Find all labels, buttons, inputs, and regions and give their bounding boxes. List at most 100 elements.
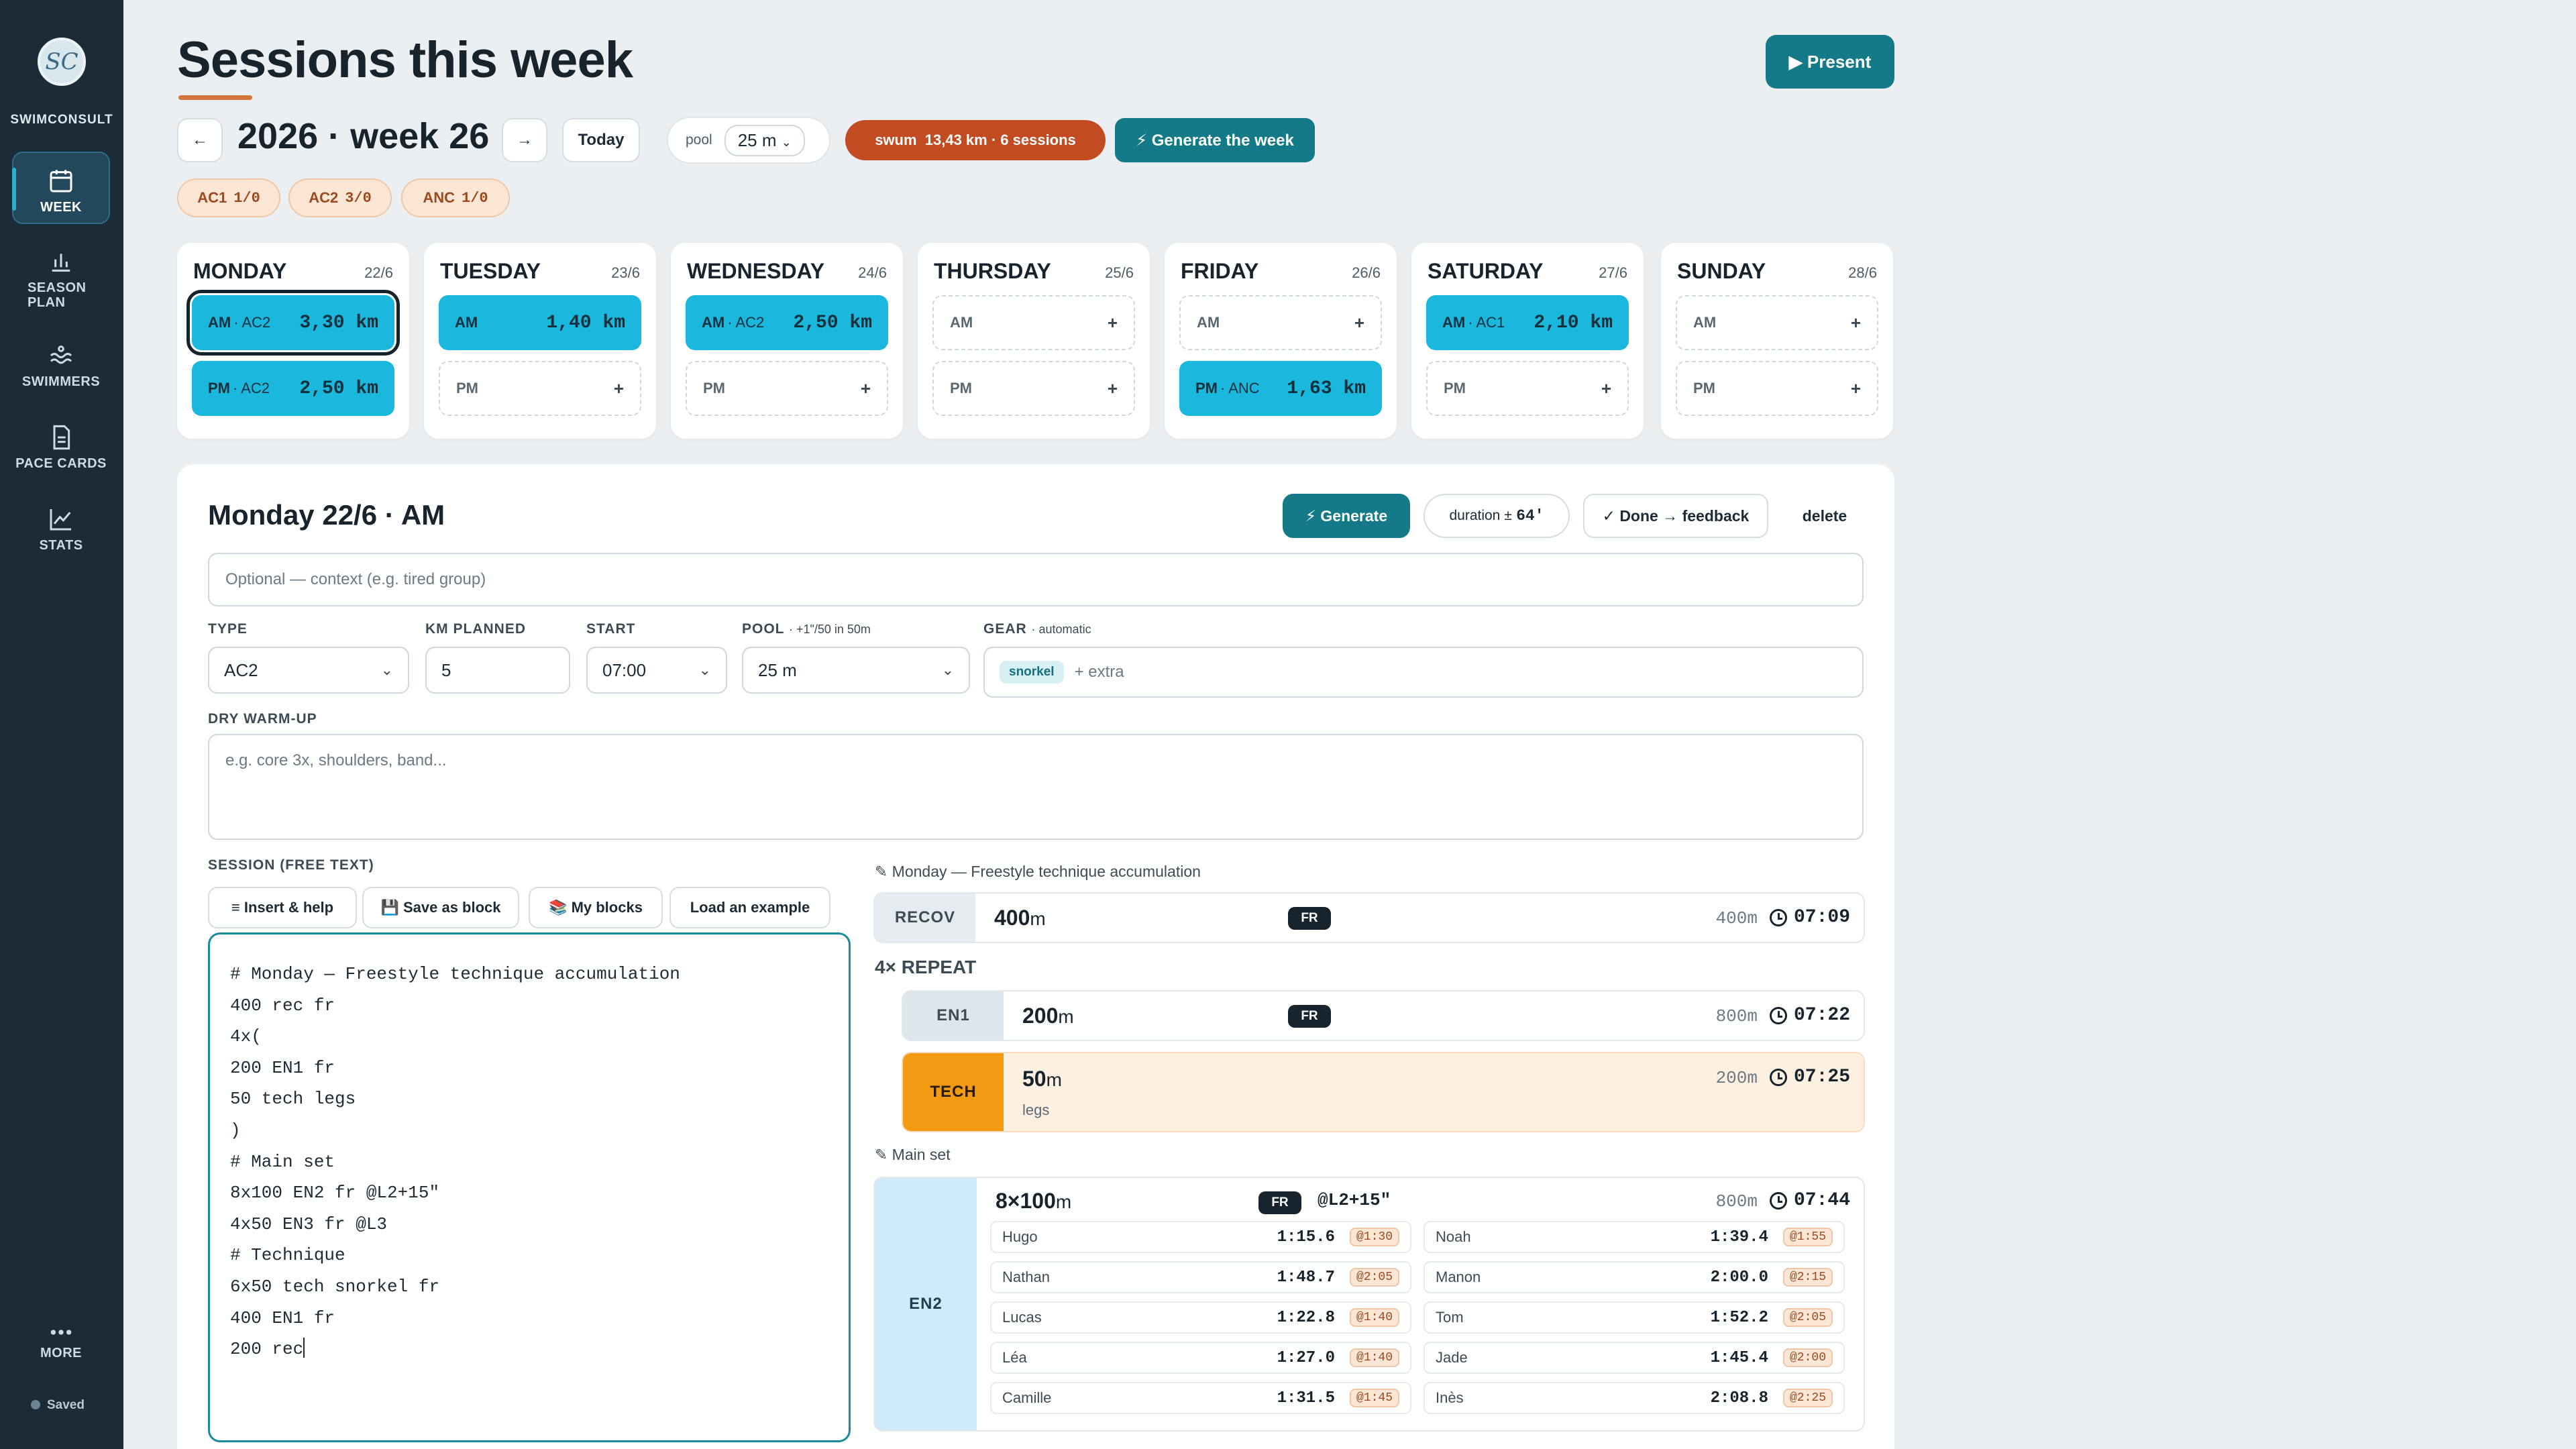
add-icon: + [613, 378, 624, 398]
clock-icon [1770, 1191, 1787, 1210]
calendar-icon [50, 170, 72, 193]
delete-button[interactable]: delete [1784, 494, 1865, 538]
preview-block-en2[interactable]: EN2 8×100m FR @L2+15" 800m 07:44 Hugo 1:1… [873, 1177, 1865, 1432]
add-icon: + [1850, 378, 1861, 398]
start-time-select[interactable]: 07:00 ⌄ [586, 647, 727, 694]
nav-stats[interactable]: STATS [12, 506, 110, 553]
chevron-down-icon: ⌄ [781, 135, 792, 149]
pace-row: Lucas 1:22.8 @1:40 [990, 1301, 1411, 1334]
pace-row: Jade 1:45.4 @2:00 [1424, 1342, 1845, 1374]
preview-block-recov[interactable]: RECOV 400m FR 400m 07:09 [873, 892, 1865, 943]
slot-sunday-am[interactable]: AM + [1676, 295, 1878, 350]
generate-week-button[interactable]: ⚡ Generate the week [1115, 118, 1315, 162]
gear-input[interactable]: snorkel + extra [983, 647, 1864, 698]
clock-icon [1770, 1068, 1787, 1086]
add-icon: + [1850, 312, 1861, 333]
chevron-down-icon: ⌄ [698, 661, 711, 678]
chevron-down-icon: ⌄ [380, 661, 393, 678]
nav-more[interactable]: MORE [12, 1324, 110, 1360]
saved-status: Saved [31, 1398, 85, 1413]
preview-block-en1[interactable]: EN1 200m FR 800m 07:22 [902, 990, 1865, 1041]
dry-warmup-input[interactable]: e.g. core 3x, shoulders, band... [208, 734, 1864, 840]
km-planned-input[interactable]: 5 [425, 647, 570, 694]
slot-wednesday-pm[interactable]: PM + [686, 361, 888, 416]
zone-chip-ac2[interactable]: AC2 3/0 [288, 178, 392, 217]
waves-icon [50, 345, 72, 364]
repeat-label: 4× REPEAT [875, 957, 977, 977]
my-blocks-button[interactable]: 📚 My blocks [529, 887, 663, 928]
document-icon [53, 425, 70, 450]
slot-saturday-pm[interactable]: PM + [1426, 361, 1629, 416]
pace-row: Léa 1:27.0 @1:40 [990, 1342, 1411, 1374]
preview-block-tech[interactable]: TECH 50m legs 200m 07:25 [902, 1052, 1865, 1132]
pace-row: Manon 2:00.0 @2:15 [1424, 1261, 1845, 1293]
clock-icon [1770, 908, 1787, 926]
slot-tuesday-pm[interactable]: PM + [439, 361, 641, 416]
clock-icon [1770, 1006, 1787, 1024]
bar-chart-icon [52, 254, 70, 272]
day-card-tuesday: TUESDAY 23/6 AM 1,40 km PM + [424, 243, 656, 439]
insert-help-button[interactable]: ≡ Insert & help [208, 887, 357, 928]
line-chart-icon [50, 509, 71, 531]
day-card-monday: MONDAY 22/6 AM · AC2 3,30 km PM · AC2 2,50 k… [177, 243, 409, 439]
nav-season-plan[interactable]: SEASON PLAN [12, 248, 110, 310]
pace-row: Hugo 1:15.6 @1:30 [990, 1221, 1411, 1253]
pool-dropdown[interactable]: 25 m ⌄ [724, 124, 805, 156]
stroke-badge: FR [1288, 907, 1331, 930]
status-dot-icon [31, 1400, 40, 1409]
slot-thursday-pm[interactable]: PM + [932, 361, 1135, 416]
slot-monday-pm[interactable]: PM · AC2 2,50 km [192, 361, 394, 416]
pace-row: Camille 1:31.5 @1:45 [990, 1382, 1411, 1414]
chevron-down-icon: ⌄ [941, 661, 954, 678]
sidebar: SC SWIMCONSULT WEEK SEASON PLAN SWIMMERS… [0, 0, 123, 1449]
preview-section-title: ✎ Main set [875, 1146, 951, 1163]
swum-summary-badge: swum 13,43 km · 6 sessions [845, 120, 1106, 160]
nav-swimmers[interactable]: SWIMMERS [12, 342, 110, 389]
gear-tag-snorkel[interactable]: snorkel [1000, 661, 1064, 684]
pace-row: Noah 1:39.4 @1:55 [1424, 1221, 1845, 1253]
swimconsult-logo[interactable]: SC [38, 38, 86, 86]
slot-saturday-am[interactable]: AM · AC1 2,10 km [1426, 295, 1629, 350]
more-dots-icon [50, 1330, 72, 1335]
add-icon: + [1107, 378, 1118, 398]
day-card-thursday: THURSDAY 25/6 AM + PM + [918, 243, 1150, 439]
slot-friday-pm[interactable]: PM · ANC 1,63 km [1179, 361, 1382, 416]
nav-week[interactable]: WEEK [12, 152, 110, 224]
page-title: Sessions this week [177, 32, 633, 89]
nav-pace-cards[interactable]: PACE CARDS [12, 424, 110, 471]
slot-thursday-am[interactable]: AM + [932, 295, 1135, 350]
today-button[interactable]: Today [562, 118, 640, 162]
slot-friday-am[interactable]: AM + [1179, 295, 1382, 350]
zone-chip-anc[interactable]: ANC 1/0 [401, 178, 510, 217]
slot-wednesday-am[interactable]: AM · AC2 2,50 km [686, 295, 888, 350]
duration-button[interactable]: duration ± 64′ [1424, 494, 1570, 538]
add-icon: + [1601, 378, 1611, 398]
pace-row: Inès 2:08.8 @2:25 [1424, 1382, 1845, 1414]
slot-monday-am[interactable]: AM · AC2 3,30 km [186, 290, 400, 356]
stroke-badge: FR [1258, 1191, 1301, 1214]
present-button[interactable]: ▶ Present [1766, 35, 1894, 89]
type-select[interactable]: AC2 ⌄ [208, 647, 409, 694]
load-example-button[interactable]: Load an example [669, 887, 830, 928]
session-editor-panel: Monday 22/6 · AM ⚡ Generate duration ± 6… [177, 464, 1894, 1449]
brand-name: SWIMCONSULT [10, 113, 113, 127]
next-week-button[interactable]: → [502, 118, 547, 162]
pool-select[interactable]: 25 m ⌄ [742, 647, 970, 694]
add-icon: + [1107, 312, 1118, 333]
stroke-badge: FR [1288, 1005, 1331, 1028]
prev-week-button[interactable]: ← [177, 118, 223, 162]
save-block-button[interactable]: 💾 Save as block [362, 887, 519, 928]
generate-button[interactable]: ⚡ Generate [1283, 494, 1410, 538]
session-text-editor[interactable]: # Monday — Freestyle technique accumulat… [208, 932, 851, 1442]
slot-sunday-pm[interactable]: PM + [1676, 361, 1878, 416]
pace-row: Tom 1:52.2 @2:05 [1424, 1301, 1845, 1334]
done-feedback-button[interactable]: ✓ Done → feedback [1583, 494, 1768, 538]
zone-chip-ac1[interactable]: AC1 1/0 [177, 178, 280, 217]
day-card-friday: FRIDAY 26/6 AM + PM · ANC 1,63 km [1165, 243, 1397, 439]
session-title: Monday 22/6 · AM [208, 499, 445, 531]
pace-row: Nathan 1:48.7 @2:05 [990, 1261, 1411, 1293]
slot-tuesday-am[interactable]: AM 1,40 km [439, 295, 641, 350]
context-input[interactable]: Optional — context (e.g. tired group) [208, 553, 1864, 606]
day-card-wednesday: WEDNESDAY 24/6 AM · AC2 2,50 km PM + [671, 243, 903, 439]
title-underline [178, 95, 252, 100]
